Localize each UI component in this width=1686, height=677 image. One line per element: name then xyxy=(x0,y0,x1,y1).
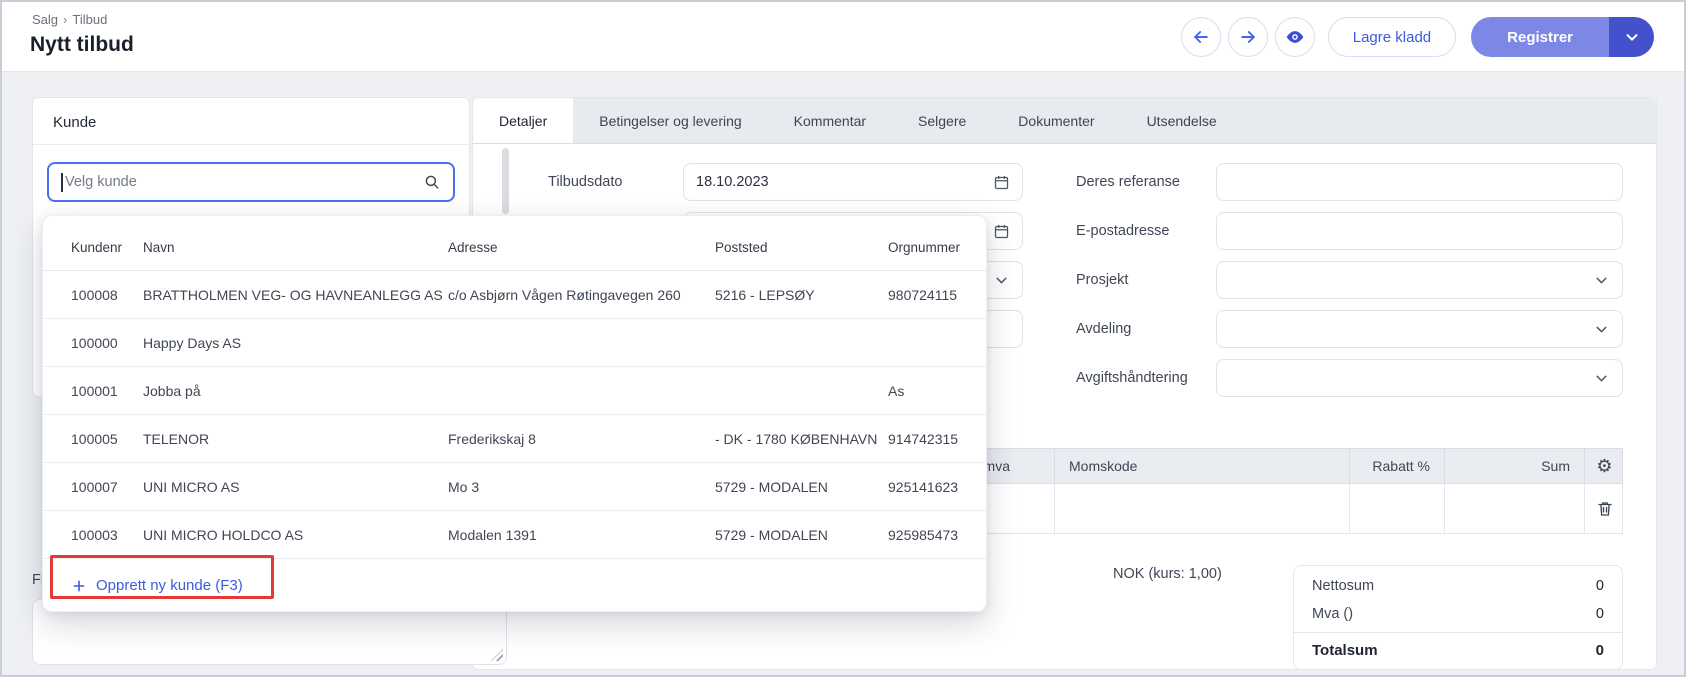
arrow-right-icon xyxy=(1238,27,1258,47)
eye-icon xyxy=(1285,27,1305,47)
tabbar: Detaljer Betingelser og levering Komment… xyxy=(473,98,1656,144)
forward-button[interactable] xyxy=(1227,17,1268,57)
tilbudsdato-value: 18.10.2023 xyxy=(696,174,769,190)
totals-card: Nettosum 0 Mva () 0 Totalsum 0 xyxy=(1293,565,1623,670)
breadcrumb-separator: › xyxy=(63,12,68,27)
tab-selgere[interactable]: Selgere xyxy=(892,98,992,143)
tab-detaljer[interactable]: Detaljer xyxy=(473,98,574,143)
plus-icon xyxy=(71,578,87,594)
column-header-adresse: Adresse xyxy=(448,239,498,255)
app-window: Salg › Tilbud Nytt tilbud Lagre kladd Re… xyxy=(0,0,1686,677)
prosjekt-label: Prosjekt xyxy=(1076,272,1129,288)
chevron-down-icon xyxy=(1623,28,1641,46)
customer-search-input[interactable]: Velg kunde xyxy=(47,162,455,202)
column-header-rabatt: Rabatt % xyxy=(1349,449,1444,483)
column-header-orgnummer: Orgnummer xyxy=(888,239,961,255)
gear-icon[interactable]: ⚙ xyxy=(1596,457,1612,475)
chevron-down-icon xyxy=(993,272,1010,289)
register-split-button: Registrer xyxy=(1471,17,1654,57)
avdeling-label: Avdeling xyxy=(1076,321,1132,337)
avgiftshandtering-select[interactable] xyxy=(1216,359,1623,397)
rabatt-cell[interactable] xyxy=(1349,484,1444,533)
column-header-poststed: Poststed xyxy=(715,239,768,255)
deres-referanse-input[interactable] xyxy=(1216,163,1623,201)
avgiftshandtering-label: Avgiftshåndtering xyxy=(1076,370,1188,386)
totalsum-value: 0 xyxy=(1595,642,1604,659)
totalsum-row: Totalsum 0 xyxy=(1294,632,1622,669)
breadcrumb: Salg › Tilbud xyxy=(32,12,107,27)
currency-note: NOK (kurs: 1,00) xyxy=(1113,566,1222,582)
tilbudsdato-field[interactable]: 18.10.2023 xyxy=(683,163,1023,201)
column-header-sum: Sum xyxy=(1444,449,1584,483)
page-title: Nytt tilbud xyxy=(30,33,134,56)
column-header-momskode: Momskode xyxy=(1054,449,1349,483)
prosjekt-select[interactable] xyxy=(1216,261,1623,299)
calendar-icon xyxy=(993,223,1010,240)
totalsum-label: Totalsum xyxy=(1312,642,1378,659)
arrow-left-icon xyxy=(1191,27,1211,47)
epostadresse-label: E-postadresse xyxy=(1076,223,1170,239)
tilbudsdato-label: Tilbudsdato xyxy=(548,174,623,190)
tab-kommentar[interactable]: Kommentar xyxy=(768,98,892,143)
sum-cell[interactable] xyxy=(1444,484,1584,533)
chevron-down-icon xyxy=(1593,272,1610,289)
chevron-down-icon xyxy=(1593,370,1610,387)
customer-row-100007[interactable]: 100007 UNI MICRO AS Mo 3 5729 - MODALEN … xyxy=(43,463,986,511)
nettosum-value: 0 xyxy=(1595,578,1604,594)
register-label: Registrer xyxy=(1507,28,1573,46)
customer-dropdown: Kundenr Navn Adresse Poststed Orgnummer … xyxy=(42,215,987,612)
toolbar-actions: Lagre kladd Registrer xyxy=(1180,17,1654,57)
create-customer-button[interactable]: Opprett ny kunde (F3) xyxy=(71,577,243,594)
tab-utsendelse[interactable]: Utsendelse xyxy=(1121,98,1243,143)
resize-handle[interactable] xyxy=(491,649,503,661)
calendar-icon xyxy=(993,174,1010,191)
preview-button[interactable] xyxy=(1274,17,1315,57)
deres-referanse-label: Deres referanse xyxy=(1076,174,1180,190)
momskode-cell[interactable] xyxy=(1054,484,1349,533)
back-button[interactable] xyxy=(1180,17,1221,57)
customer-row-100000[interactable]: 100000 Happy Days AS xyxy=(43,319,986,367)
dropdown-footer: Opprett ny kunde (F3) xyxy=(43,555,986,612)
breadcrumb-tilbud[interactable]: Tilbud xyxy=(72,12,107,27)
breadcrumb-salg[interactable]: Salg xyxy=(32,12,58,27)
nettosum-label: Nettosum xyxy=(1312,578,1375,594)
column-header-kundenr: Kundenr xyxy=(71,239,123,255)
table-settings-cell: ⚙ xyxy=(1584,449,1624,483)
dropdown-header: Kundenr Navn Adresse Poststed Orgnummer xyxy=(43,216,986,271)
customer-row-100001[interactable]: 100001 Jobba på As xyxy=(43,367,986,415)
customer-row-100005[interactable]: 100005 TELENOR Frederikskaj 8 - DK - 178… xyxy=(43,415,986,463)
column-header-navn: Navn xyxy=(143,239,175,255)
save-draft-label: Lagre kladd xyxy=(1352,28,1432,46)
create-customer-label: Opprett ny kunde (F3) xyxy=(96,577,243,594)
chevron-down-icon xyxy=(1593,321,1610,338)
tab-betingelser-og-levering[interactable]: Betingelser og levering xyxy=(573,98,767,143)
trash-icon[interactable] xyxy=(1596,500,1614,518)
text-cursor xyxy=(61,172,63,192)
scrollbar-thumb[interactable] xyxy=(502,148,509,214)
epostadresse-input[interactable] xyxy=(1216,212,1623,250)
customer-row-100008[interactable]: 100008 BRATTHOLMEN VEG- OG HAVNEANLEGG A… xyxy=(43,271,986,319)
customer-panel-title: Kunde xyxy=(33,98,469,145)
topbar: Salg › Tilbud Nytt tilbud Lagre kladd Re… xyxy=(2,2,1684,72)
mva-value: 0 xyxy=(1595,606,1604,622)
avdeling-select[interactable] xyxy=(1216,310,1623,348)
customer-row-100003[interactable]: 100003 UNI MICRO HOLDCO AS Modalen 1391 … xyxy=(43,511,986,559)
save-draft-button[interactable]: Lagre kladd xyxy=(1327,17,1457,57)
register-dropdown-button[interactable] xyxy=(1609,17,1654,57)
register-button[interactable]: Registrer xyxy=(1471,17,1609,57)
nettosum-row: Nettosum 0 xyxy=(1294,572,1622,600)
mva-row: Mva () 0 xyxy=(1294,600,1622,628)
customer-search-placeholder: Velg kunde xyxy=(65,174,137,190)
mva-label: Mva () xyxy=(1312,606,1354,622)
tab-dokumenter[interactable]: Dokumenter xyxy=(992,98,1120,143)
search-icon xyxy=(423,173,441,191)
